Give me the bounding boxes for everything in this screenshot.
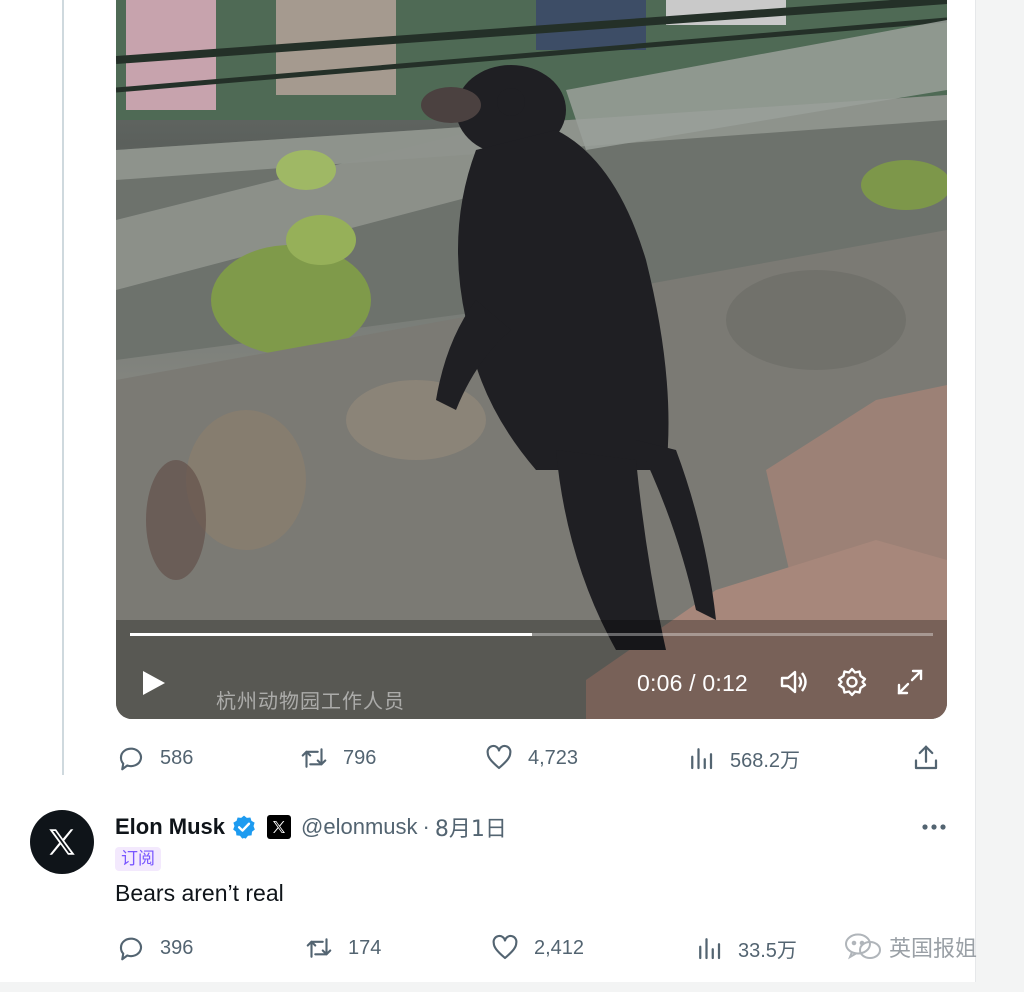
play-icon	[143, 671, 165, 695]
verified-icon	[233, 815, 255, 839]
separator-dot: ·	[422, 814, 430, 839]
subscribe-badge[interactable]: 订阅	[115, 847, 161, 871]
more-icon	[922, 824, 946, 830]
video-player[interactable]: 杭州动物园工作人员 0:06 / 0:12	[116, 0, 947, 719]
x-logo-icon	[273, 821, 286, 833]
settings-icon	[837, 667, 867, 697]
settings-button[interactable]	[836, 666, 868, 698]
reply-icon	[119, 937, 143, 961]
share-button[interactable]	[911, 742, 941, 774]
volume-button[interactable]	[778, 666, 810, 698]
reply-count: 586	[160, 746, 194, 769]
like-icon	[492, 934, 518, 960]
fullscreen-button[interactable]	[894, 666, 926, 698]
play-button[interactable]	[138, 668, 168, 698]
views-icon	[691, 748, 713, 770]
more-button[interactable]	[919, 815, 949, 839]
wechat-icon	[845, 933, 881, 960]
repost-button[interactable]: 174	[304, 932, 381, 964]
repost-icon	[306, 938, 332, 958]
progress-fill	[130, 633, 532, 636]
tweet-actions-top: 586 796 4,723 568.2万	[116, 742, 946, 774]
reply-count: 396	[160, 936, 194, 959]
tweet-text: Bears aren’t real	[115, 880, 284, 906]
avatar[interactable]	[30, 810, 94, 874]
tweet-header: Elon Musk @elonmusk · 8月1日	[115, 812, 507, 842]
views-count: 568.2万	[730, 749, 801, 772]
duration: 0:12	[702, 670, 748, 696]
reply-button[interactable]: 586	[116, 742, 193, 774]
like-count: 4,723	[528, 746, 579, 769]
reply-icon	[119, 747, 143, 771]
views-icon	[699, 938, 721, 960]
x-logo-icon	[49, 829, 75, 855]
volume-icon	[780, 670, 807, 694]
thread-line	[62, 0, 64, 775]
video-time: 0:06 / 0:12	[637, 670, 748, 697]
views-button[interactable]: 568.2万	[686, 742, 800, 774]
watermark-text: 英国报姐	[889, 937, 978, 962]
like-icon	[486, 744, 512, 770]
like-count: 2,412	[534, 936, 585, 959]
time-separator: /	[682, 670, 703, 696]
author-handle[interactable]: @elonmusk	[301, 814, 418, 840]
reply-button[interactable]: 396	[116, 932, 193, 964]
tweet-date[interactable]: 8月1日	[435, 811, 507, 843]
like-button[interactable]: 4,723	[484, 742, 578, 774]
views-count: 33.5万	[738, 939, 797, 962]
fullscreen-icon	[897, 669, 923, 695]
author-name[interactable]: Elon Musk	[115, 814, 225, 840]
repost-count: 796	[343, 746, 377, 769]
video-caption: 杭州动物园工作人员	[216, 689, 405, 713]
current-time: 0:06	[637, 670, 683, 696]
repost-button[interactable]: 796	[299, 742, 376, 774]
progress-bar[interactable]	[130, 633, 933, 636]
repost-icon	[301, 748, 327, 768]
video-frame	[116, 0, 947, 719]
like-button[interactable]: 2,412	[490, 932, 584, 964]
repost-count: 174	[348, 936, 382, 959]
bottom-strip	[0, 982, 1024, 992]
views-button[interactable]: 33.5万	[694, 932, 797, 964]
tweet-actions-bottom: 396 174 2,412 33.5万	[116, 932, 946, 964]
watermark: 英国报姐	[843, 930, 977, 964]
right-gutter	[975, 0, 1024, 992]
affiliate-badge[interactable]	[267, 815, 292, 839]
share-icon	[914, 745, 938, 770]
